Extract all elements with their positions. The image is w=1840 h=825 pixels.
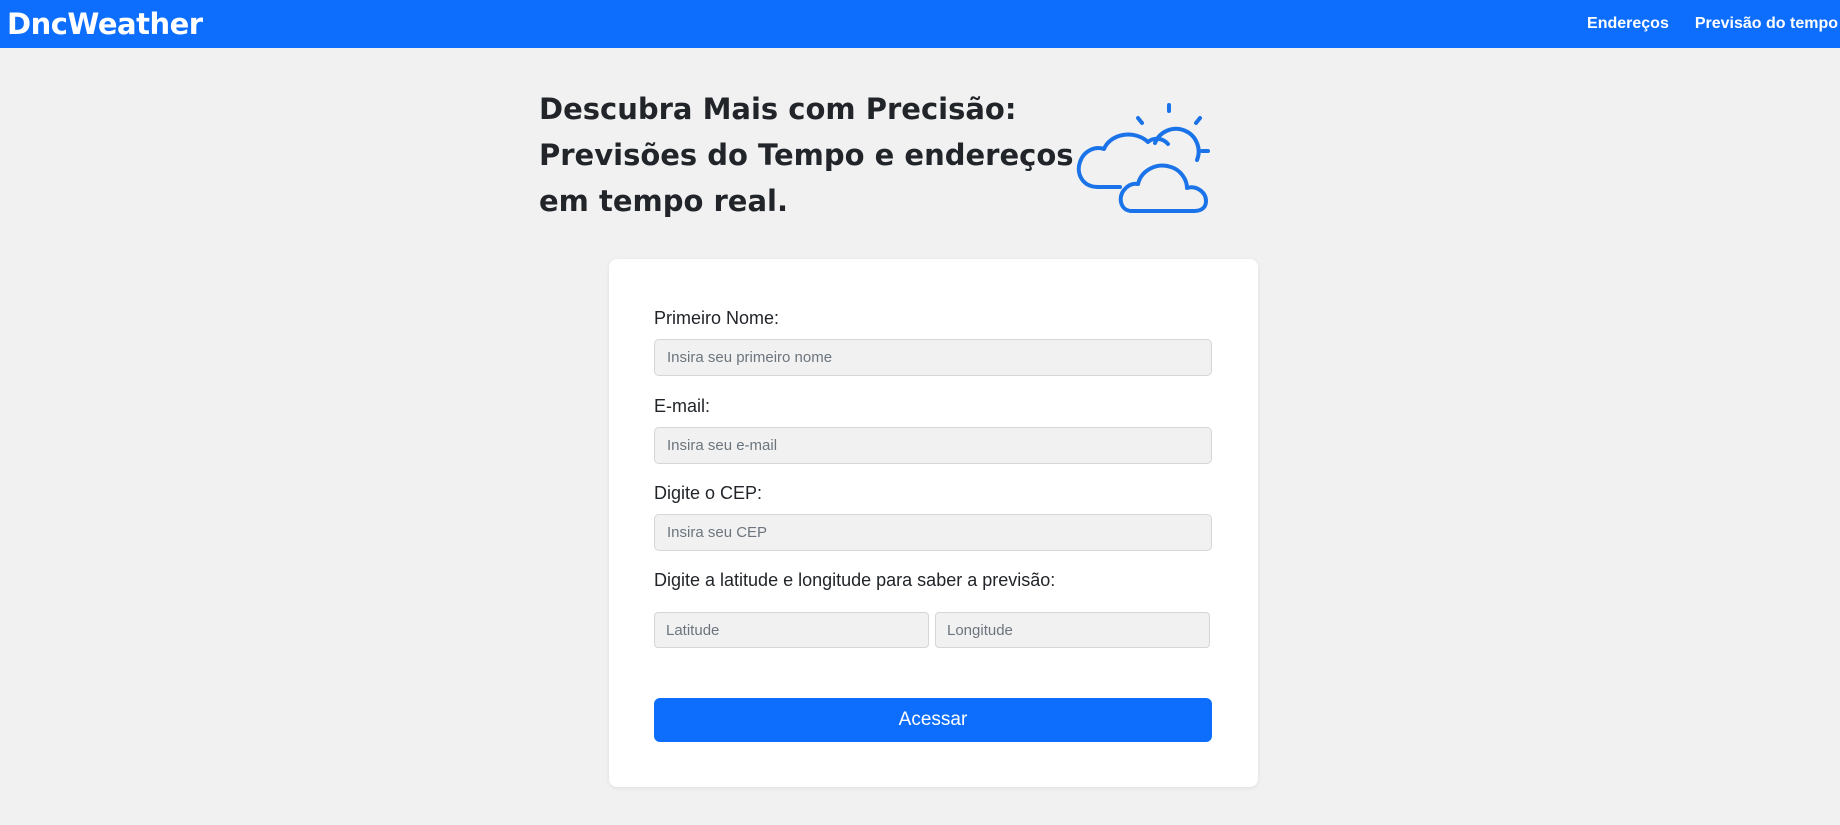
- email-label: E-mail:: [654, 396, 711, 416]
- coords-label: Digite a latitude e longitude para saber…: [654, 570, 1056, 590]
- hero-title: Descubra Mais com Precisão: Previsões do…: [539, 86, 1074, 224]
- email-input[interactable]: [654, 427, 1212, 464]
- access-form-card: Primeiro Nome: E-mail: Digite o CEP: Dig…: [609, 259, 1258, 787]
- hero-title-line: em tempo real.: [539, 184, 789, 218]
- top-navbar: DncWeather Endereços Previsão do tempo: [0, 0, 1840, 48]
- hero-title-line: Descubra Mais com Precisão:: [539, 92, 1017, 126]
- partly-cloudy-icon: [1076, 103, 1210, 213]
- nav-links: Endereços Previsão do tempo: [1561, 15, 1838, 33]
- latitude-input[interactable]: [654, 612, 929, 648]
- first-name-input[interactable]: [654, 339, 1212, 376]
- cep-label: Digite o CEP:: [654, 483, 763, 503]
- hero-title-line: Previsões do Tempo e endereços: [539, 138, 1074, 172]
- cep-input[interactable]: [654, 514, 1212, 551]
- nav-link-previsao[interactable]: Previsão do tempo: [1695, 15, 1838, 33]
- brand-logo[interactable]: DncWeather: [7, 7, 203, 41]
- nav-link-enderecos[interactable]: Endereços: [1587, 15, 1669, 33]
- first-name-label: Primeiro Nome:: [654, 308, 780, 328]
- longitude-input[interactable]: [935, 612, 1210, 648]
- submit-button[interactable]: Acessar: [654, 698, 1212, 742]
